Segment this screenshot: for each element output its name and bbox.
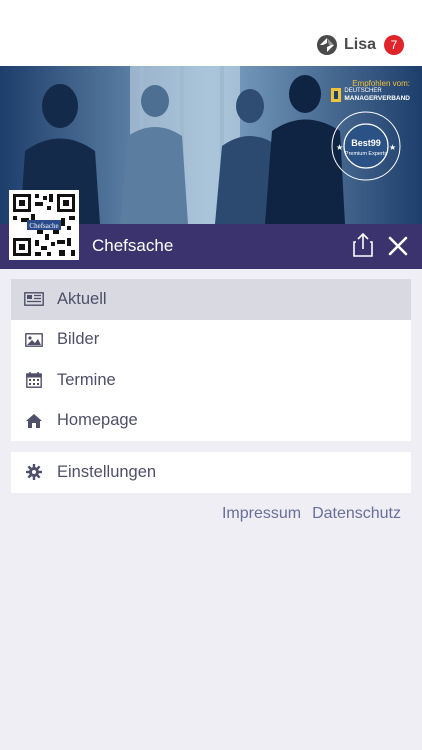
qr-code: Chefsache xyxy=(9,190,79,260)
newspaper-icon xyxy=(24,290,44,308)
footer-links: Impressum Datenschutz xyxy=(222,505,401,523)
user-name: Lisa xyxy=(343,36,376,53)
menu-label-bilder: Bilder xyxy=(57,330,100,349)
user-logo-icon xyxy=(316,35,337,55)
navigation-menu: Aktuell Bilder Termine Homepage xyxy=(11,279,411,441)
menu-item-bilder[interactable]: Bilder xyxy=(11,320,411,361)
calendar-icon xyxy=(24,371,44,389)
seal-line-2: DEUTSCHER xyxy=(344,88,382,94)
dmv-logo-icon xyxy=(331,88,342,102)
seal-badge-text-2: Premium Experts xyxy=(345,151,387,157)
expert-seal: Empfohlen vom: DEUTSCHER MANAGERVERBAND … xyxy=(318,74,410,190)
menu-item-homepage[interactable]: Homepage xyxy=(11,401,411,442)
menu-label-aktuell: Aktuell xyxy=(57,289,107,308)
image-icon xyxy=(24,331,44,349)
menu-item-einstellungen[interactable]: Einstellungen xyxy=(11,452,411,493)
home-icon xyxy=(24,412,44,430)
close-button[interactable] xyxy=(386,234,410,258)
qr-code-icon: Chefsache xyxy=(9,190,79,260)
menu-item-aktuell[interactable]: Aktuell xyxy=(11,279,411,320)
menu-item-termine[interactable]: Termine xyxy=(11,360,411,401)
seal-line-3: MANAGERVERBAND xyxy=(344,95,410,102)
qr-label: Chefsache xyxy=(29,222,58,230)
impressum-link[interactable]: Impressum xyxy=(222,505,301,523)
svg-text:★: ★ xyxy=(389,143,396,152)
notification-badge[interactable]: 7 xyxy=(384,35,404,55)
page-title: Chefsache xyxy=(92,236,174,255)
datenschutz-link[interactable]: Datenschutz xyxy=(312,505,401,523)
svg-text:★: ★ xyxy=(336,143,343,152)
menu-label-homepage: Homepage xyxy=(57,411,138,430)
menu-label-termine: Termine xyxy=(57,370,116,389)
gear-icon xyxy=(24,463,44,481)
seal-line-1: Empfohlen vom: xyxy=(352,79,410,88)
share-button[interactable] xyxy=(352,232,374,258)
top-bar: Lisa 7 xyxy=(0,0,422,67)
user-account[interactable]: Lisa 7 xyxy=(316,33,404,57)
close-icon xyxy=(388,236,408,256)
settings-menu: Einstellungen xyxy=(11,452,411,493)
share-icon xyxy=(353,232,373,257)
menu-label-einstellungen: Einstellungen xyxy=(57,462,157,481)
seal-badge-text-1: Best99 xyxy=(351,138,381,148)
seal-badge-icon: Best99 Premium Experts ★ ★ xyxy=(331,111,401,181)
